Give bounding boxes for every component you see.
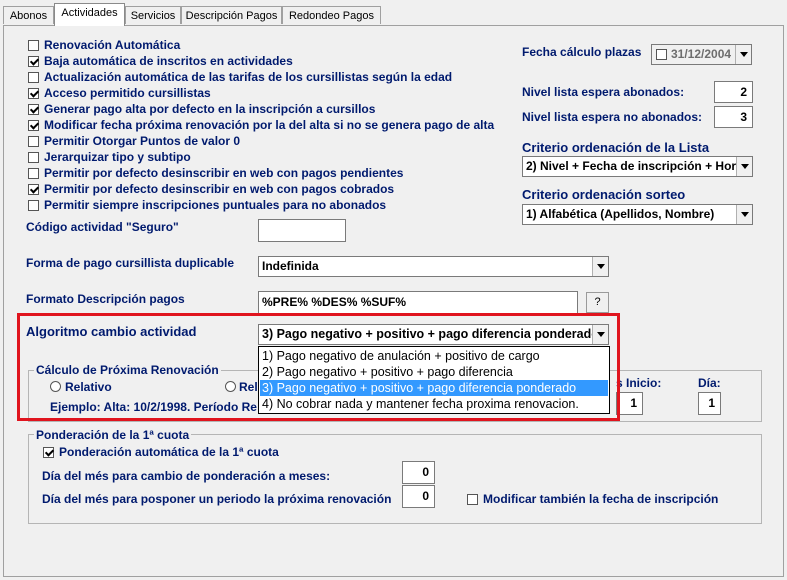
chevron-down-icon[interactable] (736, 157, 752, 176)
checkbox-box[interactable] (467, 494, 478, 505)
nivel-no-abonados-label: Nivel lista espera no abonados: (522, 110, 703, 124)
codigo-seguro-input[interactable] (258, 219, 346, 242)
fecha-enable-checkbox[interactable] (656, 49, 667, 60)
checkbox-box[interactable] (28, 136, 39, 147)
criterio-sorteo-select[interactable]: 1) Alfabética (Apellidos, Nombre) (522, 204, 753, 225)
dia-input[interactable]: 1 (698, 392, 721, 415)
formato-descripcion-input[interactable]: %PRE% %DES% %SUF% (258, 291, 578, 314)
tab-servicios[interactable]: Servicios (125, 6, 181, 24)
checkbox-box[interactable] (28, 184, 39, 195)
dia-meses-input[interactable]: 0 (402, 461, 435, 484)
chevron-down-icon[interactable] (736, 205, 752, 224)
tab-descripcion-pagos[interactable]: Descripción Pagos (181, 6, 282, 24)
criterio-lista-label: Criterio ordenación de la Lista (522, 140, 710, 155)
nivel-abonados-input[interactable]: 2 (714, 81, 753, 103)
tab-bar: Abonos Actividades Servicios Descripción… (0, 0, 787, 26)
nivel-no-abonados-input[interactable]: 3 (714, 106, 753, 128)
chevron-down-icon[interactable] (735, 45, 751, 64)
fecha-calculo-label: Fecha cálculo plazas (522, 45, 642, 59)
checkbox-box[interactable] (28, 104, 39, 115)
criterio-lista-select[interactable]: 2) Nivel + Fecha de inscripción + Hora (522, 156, 753, 177)
forma-pago-label: Forma de pago cursillista duplicable (26, 256, 235, 270)
dia-label: Día: (698, 376, 721, 390)
tab-abonos[interactable]: Abonos (3, 6, 54, 24)
nivel-abonados-label: Nivel lista espera abonados: (522, 85, 685, 99)
help-button[interactable]: ? (586, 292, 609, 313)
codigo-seguro-label: Código actividad "Seguro" (26, 220, 179, 234)
fecha-calculo-picker[interactable]: 31/12/2004 (651, 44, 752, 65)
tab-actividades[interactable]: Actividades (54, 3, 125, 26)
dia-posponer-label: Día del més para posponer un periodo la … (42, 492, 392, 506)
highlight-box (17, 313, 620, 421)
meses-inicio-label: s Inicio: (616, 376, 662, 390)
formato-descripcion-label: Formato Descripción pagos (26, 292, 185, 306)
dia-posponer-input[interactable]: 0 (402, 485, 435, 508)
checkbox-box[interactable] (28, 72, 39, 83)
chevron-down-icon[interactable] (592, 257, 608, 276)
checkbox-box[interactable] (28, 120, 39, 131)
tab-redondeo-pagos[interactable]: Redondeo Pagos (282, 6, 381, 24)
checkbox-box[interactable] (28, 200, 39, 211)
checkbox-box[interactable] (28, 152, 39, 163)
criterio-sorteo-label: Criterio ordenación sorteo (522, 187, 686, 202)
dia-meses-label: Día del més para cambio de ponderación a… (42, 469, 331, 483)
forma-pago-select[interactable]: Indefinida (258, 256, 609, 277)
checkbox-box[interactable] (28, 88, 39, 99)
meses-inicio-input[interactable]: 1 (616, 392, 643, 415)
checkbox-box[interactable] (43, 447, 54, 458)
checkbox-box[interactable] (28, 56, 39, 67)
checkbox-box[interactable] (28, 168, 39, 179)
checkbox-box[interactable] (28, 40, 39, 51)
ponderacion-title: Ponderación de la 1ª cuota (34, 428, 192, 442)
